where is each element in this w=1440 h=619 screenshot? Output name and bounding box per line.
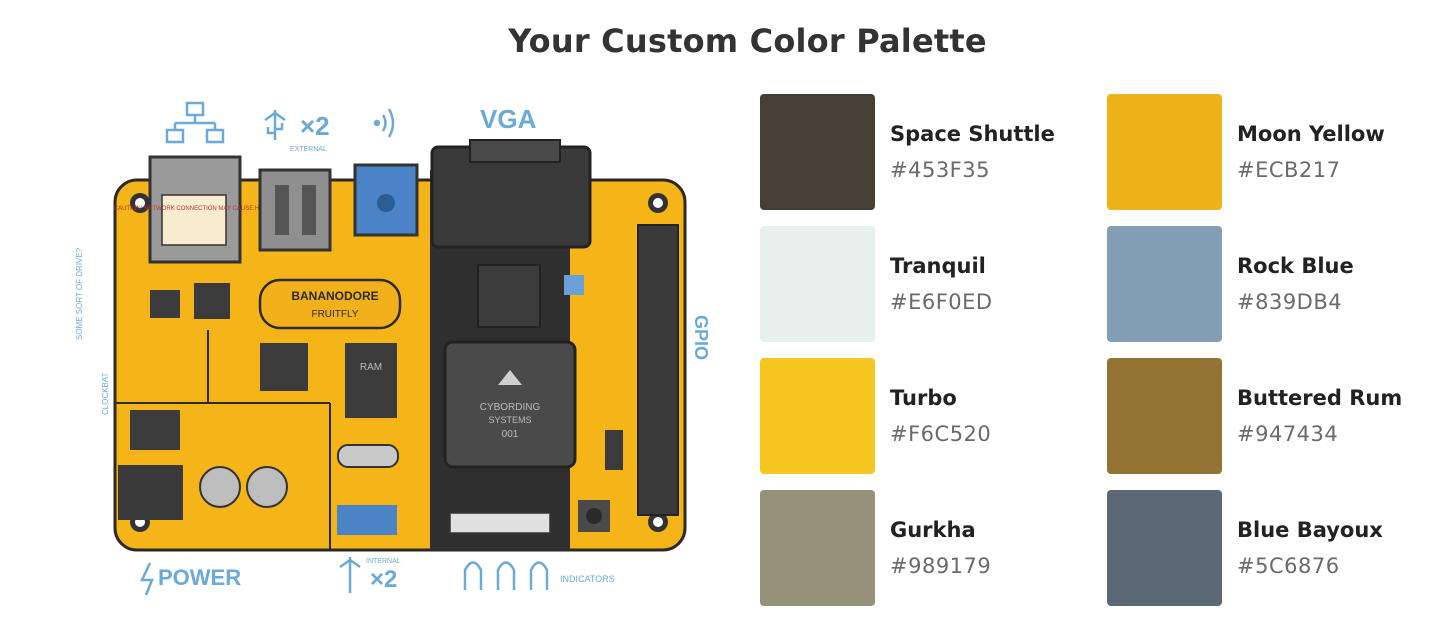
svg-text:×2: ×2 (300, 111, 330, 141)
color-hex: #5C6876 (1237, 554, 1340, 578)
swatch-space-shuttle[interactable]: Space Shuttle #453F35 (760, 94, 1100, 210)
color-chip[interactable] (760, 226, 875, 342)
svg-text:INTERNAL: INTERNAL (366, 558, 401, 565)
swatch-gurkha[interactable]: Gurkha #989179 (760, 490, 1100, 606)
color-hex: #947434 (1237, 422, 1339, 446)
svg-text:POWER: POWER (158, 565, 241, 590)
svg-text:001: 001 (502, 429, 519, 440)
gpio-header (637, 224, 679, 516)
color-chip[interactable] (760, 94, 875, 210)
svg-text:SOME SORT OF DRIVE?: SOME SORT OF DRIVE? (75, 247, 84, 340)
svg-text:EXTERNAL: EXTERNAL (290, 146, 327, 153)
color-chip[interactable] (1107, 94, 1222, 210)
swatch-rock-blue[interactable]: Rock Blue #839DB4 (1107, 226, 1440, 342)
caution-label: CAUTION: NETWORK CONNECTION MAY CAUSE HA… (114, 206, 275, 212)
swatch-moon-yellow[interactable]: Moon Yellow #ECB217 (1107, 94, 1440, 210)
svg-text:SYSTEMS: SYSTEMS (488, 415, 531, 425)
color-name: Buttered Rum (1237, 386, 1403, 410)
svg-text:RAM: RAM (360, 362, 382, 373)
swatch-blue-bayoux[interactable]: Blue Bayoux #5C6876 (1107, 490, 1440, 606)
svg-text:CYBORDING: CYBORDING (480, 402, 541, 413)
svg-text:×2: ×2 (370, 566, 397, 593)
usb-port (258, 168, 332, 252)
color-name: Turbo (890, 386, 957, 410)
usb-icon (264, 110, 286, 140)
power-icon (140, 562, 154, 596)
wifi-icon (373, 108, 395, 138)
swatch-buttered-rum[interactable]: Buttered Rum #947434 (1107, 358, 1440, 474)
color-name: Moon Yellow (1237, 122, 1385, 146)
swatch-tranquil[interactable]: Tranquil #E6F0ED (760, 226, 1100, 342)
color-chip[interactable] (1107, 226, 1222, 342)
color-chip[interactable] (760, 490, 875, 606)
color-hex: #453F35 (890, 158, 990, 182)
color-hex: #F6C520 (890, 422, 992, 446)
color-name: Tranquil (890, 254, 986, 278)
ethernet-icon (165, 101, 225, 144)
color-name: Gurkha (890, 518, 976, 542)
svg-text:INDICATORS: INDICATORS (560, 574, 615, 584)
color-name: Blue Bayoux (1237, 518, 1383, 542)
svg-text:CLOCKBAT: CLOCKBAT (101, 372, 110, 415)
circuit-board-illustration: CAUTION: NETWORK CONNECTION MAY CAUSE HA… (75, 101, 711, 596)
color-chip[interactable] (1107, 358, 1222, 474)
color-chip[interactable] (1107, 490, 1222, 606)
svg-text:VGA: VGA (480, 104, 537, 134)
color-chip[interactable] (760, 358, 875, 474)
swatch-turbo[interactable]: Turbo #F6C520 (760, 358, 1100, 474)
color-hex: #989179 (890, 554, 992, 578)
color-hex: #839DB4 (1237, 290, 1343, 314)
svg-text:BANANODORE: BANANODORE (291, 289, 378, 303)
led-icon (463, 561, 549, 590)
color-name: Space Shuttle (890, 122, 1055, 146)
color-hex: #ECB217 (1237, 158, 1341, 182)
svg-text:FRUITFLY: FRUITFLY (311, 309, 358, 320)
palette-grid: Space Shuttle #453F35 Moon Yellow #ECB21… (760, 94, 1440, 606)
svg-text:GPIO: GPIO (691, 315, 711, 360)
page-title: Your Custom Color Palette (508, 22, 987, 60)
brand-plate (258, 278, 402, 330)
color-name: Rock Blue (1237, 254, 1354, 278)
color-hex: #E6F0ED (890, 290, 993, 314)
